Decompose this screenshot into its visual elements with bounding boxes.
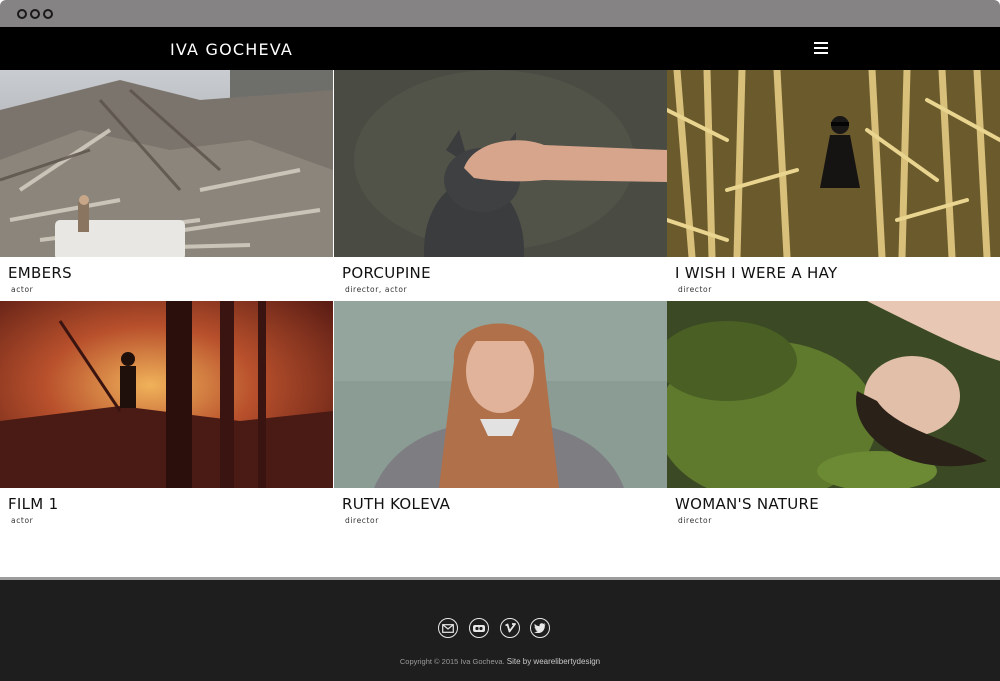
hamburger-menu-icon[interactable] (814, 41, 832, 55)
project-role: director, actor (345, 285, 408, 294)
site-brand[interactable]: IVA GOCHEVA (170, 40, 293, 59)
project-role: actor (11, 516, 34, 525)
flickr-icon[interactable] (469, 618, 489, 638)
project-image-womans-nature[interactable] (667, 301, 1000, 488)
project-image-porcupine[interactable] (334, 70, 667, 257)
site-footer: Copyright © 2015 Iva Gocheva. Site by we… (0, 580, 1000, 681)
project-image-embers[interactable] (0, 70, 333, 257)
project-title[interactable]: I WISH I WERE A HAY (675, 264, 837, 282)
site-header: IVA GOCHEVA (0, 27, 1000, 70)
window-close-dot[interactable] (17, 9, 27, 19)
project-image-hay[interactable] (667, 70, 1000, 257)
email-icon[interactable] (438, 618, 458, 638)
project-image-film-1[interactable] (0, 301, 333, 488)
browser-chrome (0, 0, 1000, 27)
project-role: director (678, 516, 712, 525)
window-minimize-dot[interactable] (30, 9, 40, 19)
site-credit-link[interactable]: Site by wearelibertydesign (507, 657, 600, 666)
social-links (438, 618, 562, 640)
project-title[interactable]: RUTH KOLEVA (342, 495, 450, 513)
project-role: director (345, 516, 379, 525)
project-image-ruth-koleva[interactable] (334, 301, 667, 488)
project-grid: EMBERS actor PORCUPINE director, actor I… (0, 70, 1000, 578)
twitter-icon[interactable] (530, 618, 550, 638)
project-title[interactable]: WOMAN'S NATURE (675, 495, 819, 513)
project-tile-ruth-koleva[interactable]: RUTH KOLEVA director (334, 301, 667, 532)
project-title[interactable]: FILM 1 (8, 495, 58, 513)
window-maximize-dot[interactable] (43, 9, 53, 19)
project-title[interactable]: EMBERS (8, 264, 72, 282)
project-tile-hay[interactable]: I WISH I WERE A HAY director (667, 70, 1000, 301)
project-tile-embers[interactable]: EMBERS actor (0, 70, 333, 301)
copyright-notice: Copyright © 2015 Iva Gocheva. (399, 657, 505, 666)
project-tile-porcupine[interactable]: PORCUPINE director, actor (334, 70, 667, 301)
project-tile-womans-nature[interactable]: WOMAN'S NATURE director (667, 301, 1000, 532)
project-role: actor (11, 285, 34, 294)
project-title[interactable]: PORCUPINE (342, 264, 431, 282)
project-tile-film-1[interactable]: FILM 1 actor (0, 301, 333, 532)
copyright-text: Copyright © 2015 Iva Gocheva. Site by we… (0, 657, 1000, 666)
vimeo-icon[interactable] (500, 618, 520, 638)
project-role: director (678, 285, 712, 294)
